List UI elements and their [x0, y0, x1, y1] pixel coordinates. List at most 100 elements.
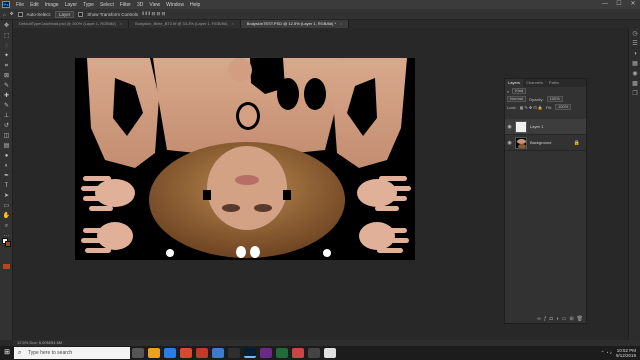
menu-select[interactable]: Select — [97, 2, 117, 8]
dodge-tool-icon[interactable]: ◐ — [2, 162, 11, 170]
tab-layers[interactable]: Layers — [505, 79, 524, 87]
tab-channels[interactable]: Channels — [523, 79, 546, 87]
blur-tool-icon[interactable]: ● — [2, 152, 11, 160]
close-button[interactable]: ✕ — [626, 0, 640, 9]
healing-brush-icon[interactable]: ✚ — [2, 92, 11, 100]
marquee-tool-icon[interactable]: ⬚ — [2, 32, 11, 40]
auto-select-dropdown[interactable]: Layer — [55, 10, 75, 18]
menu-window[interactable]: Window — [163, 2, 187, 8]
app-icon[interactable] — [276, 348, 288, 358]
color-icon[interactable]: ◉ — [631, 71, 639, 78]
menu-type[interactable]: Type — [80, 2, 97, 8]
move-tool-icon[interactable]: ✥ — [2, 22, 11, 30]
minimize-button[interactable]: — — [598, 0, 612, 9]
filter-kind-dropdown[interactable]: Kind — [512, 88, 527, 94]
auto-select-checkbox[interactable] — [17, 11, 23, 17]
lasso-tool-icon[interactable]: ◌ — [2, 42, 11, 50]
path-select-icon[interactable]: ➤ — [2, 192, 11, 200]
edge-icon[interactable] — [164, 348, 176, 358]
start-button[interactable]: ⊞ — [0, 346, 14, 360]
tray-icons[interactable]: ⌃ ◔ ♪ — [601, 350, 612, 356]
shape-tool-icon[interactable]: ▭ — [2, 202, 11, 210]
home-icon[interactable]: ⌂ — [3, 12, 6, 17]
menu-3d[interactable]: 3D — [134, 2, 146, 8]
eraser-icon[interactable]: ◫ — [2, 132, 11, 140]
app-icon[interactable] — [196, 348, 208, 358]
lock-label: Lock: — [507, 104, 517, 110]
zoom-tool-icon[interactable]: ⌕ — [2, 222, 11, 230]
move-tool-icon[interactable]: ✥ — [10, 11, 14, 17]
opacity-label: Opacity: — [528, 96, 544, 102]
frame-tool-icon[interactable]: ⊠ — [2, 72, 11, 80]
align-icons[interactable]: ⫴ ⫴ ⫴ ⊟ ⊟ ⊟ — [142, 11, 165, 17]
hand-tool-icon[interactable]: ✋ — [2, 212, 11, 220]
menu-filter[interactable]: Filter — [117, 2, 134, 8]
layer-row-layer-1[interactable]: ◉ Layer 1 — [505, 119, 586, 135]
clock[interactable]: 10:52 PM 9/12/2019 — [616, 348, 636, 358]
history-brush-icon[interactable]: ↺ — [2, 122, 11, 130]
layers-panel-footer: ∞ ƒ ◘ ◑ ▭ ⊞ 🗑 — [505, 315, 586, 323]
history-icon[interactable]: ◷ — [631, 31, 639, 38]
taskbar-search[interactable]: ⌕ Type here to search — [14, 347, 130, 359]
app-icon[interactable] — [260, 348, 272, 358]
close-tab-icon[interactable]: × — [231, 21, 233, 26]
menu-image[interactable]: Image — [42, 2, 62, 8]
task-view-icon[interactable] — [132, 348, 144, 358]
tab-paths[interactable]: Paths — [546, 79, 562, 87]
maximize-button[interactable]: ☐ — [612, 0, 626, 9]
document-canvas[interactable] — [75, 58, 415, 260]
adjustments-icon[interactable]: ◑ — [631, 51, 639, 58]
app-icon[interactable] — [308, 348, 320, 358]
swatches-icon[interactable]: ▩ — [631, 81, 639, 88]
layers-icon[interactable]: ❐ — [631, 91, 639, 98]
layer-row-background[interactable]: ◉ Background 🔒 — [505, 135, 586, 151]
photoshop-taskbar-icon[interactable] — [244, 348, 256, 358]
group-icon[interactable]: ▭ — [562, 316, 567, 322]
crop-tool-icon[interactable]: ⌗ — [2, 62, 11, 70]
visibility-eye-icon[interactable]: ◉ — [507, 140, 512, 146]
menu-file[interactable]: File — [13, 2, 27, 8]
link-icon[interactable]: ∞ — [537, 316, 541, 322]
opacity-input[interactable]: 100% — [546, 96, 563, 102]
mask-icon[interactable]: ◘ — [550, 316, 553, 322]
properties-icon[interactable]: ☰ — [631, 41, 639, 48]
quick-mask-icon[interactable] — [3, 264, 10, 269]
visibility-eye-icon[interactable]: ◉ — [507, 124, 512, 130]
app-icon[interactable] — [324, 348, 336, 358]
transform-controls-checkbox[interactable] — [78, 11, 84, 17]
tab-bodyskin-tif[interactable]: Bodyskin_Biele_BT2.tif @ 33.3% (Layer 1,… — [129, 20, 241, 28]
libraries-icon[interactable]: ▦ — [631, 61, 639, 68]
menu-layer[interactable]: Layer — [62, 2, 81, 8]
transform-controls-label: Show Transform Controls — [87, 11, 139, 17]
brush-tool-icon[interactable]: ✎ — [2, 102, 11, 110]
fill-input[interactable]: 100% — [555, 104, 572, 110]
pen-tool-icon[interactable]: ✒ — [2, 172, 11, 180]
tab-bodyskin-test[interactable]: BodyskinTEST.PSD @ 12.5% (Layer 1, RGB/8… — [240, 20, 350, 28]
tab-head-psd[interactable]: DefaultTypeCastHead.psd @ 100% (Layer 1,… — [13, 20, 130, 28]
lock-icons[interactable]: ▦ ✎ ✥ ⊡ 🔒 — [520, 105, 543, 110]
layer-thumbnail — [515, 120, 527, 133]
menu-view[interactable]: View — [146, 2, 163, 8]
magic-wand-icon[interactable]: ✦ — [2, 52, 11, 60]
trash-icon[interactable]: 🗑 — [577, 316, 583, 322]
menu-help[interactable]: Help — [187, 2, 203, 8]
file-explorer-icon[interactable] — [148, 348, 160, 358]
close-tab-icon[interactable]: × — [340, 21, 342, 26]
type-tool-icon[interactable]: T — [2, 182, 11, 190]
new-layer-icon[interactable]: ⊞ — [569, 316, 573, 322]
app-icon[interactable] — [292, 348, 304, 358]
app-icon[interactable] — [228, 348, 240, 358]
menu-edit[interactable]: Edit — [27, 2, 42, 8]
background-color-swatch[interactable] — [5, 241, 11, 247]
chrome-icon[interactable] — [180, 348, 192, 358]
eyedropper-icon[interactable]: ✎ — [2, 82, 11, 90]
blend-mode-dropdown[interactable]: Normal — [507, 96, 526, 102]
windows-taskbar: ⊞ ⌕ Type here to search ⌃ ◔ ♪ 10:52 PM 9… — [0, 346, 640, 360]
clone-stamp-icon[interactable]: ⊥ — [2, 112, 11, 120]
close-tab-icon[interactable]: × — [120, 21, 122, 26]
adjustment-icon[interactable]: ◑ — [556, 316, 559, 322]
gradient-icon[interactable]: ▤ — [2, 142, 11, 150]
search-icon: ⌕ — [18, 350, 22, 356]
app-icon[interactable] — [212, 348, 224, 358]
fx-icon[interactable]: ƒ — [544, 316, 547, 322]
